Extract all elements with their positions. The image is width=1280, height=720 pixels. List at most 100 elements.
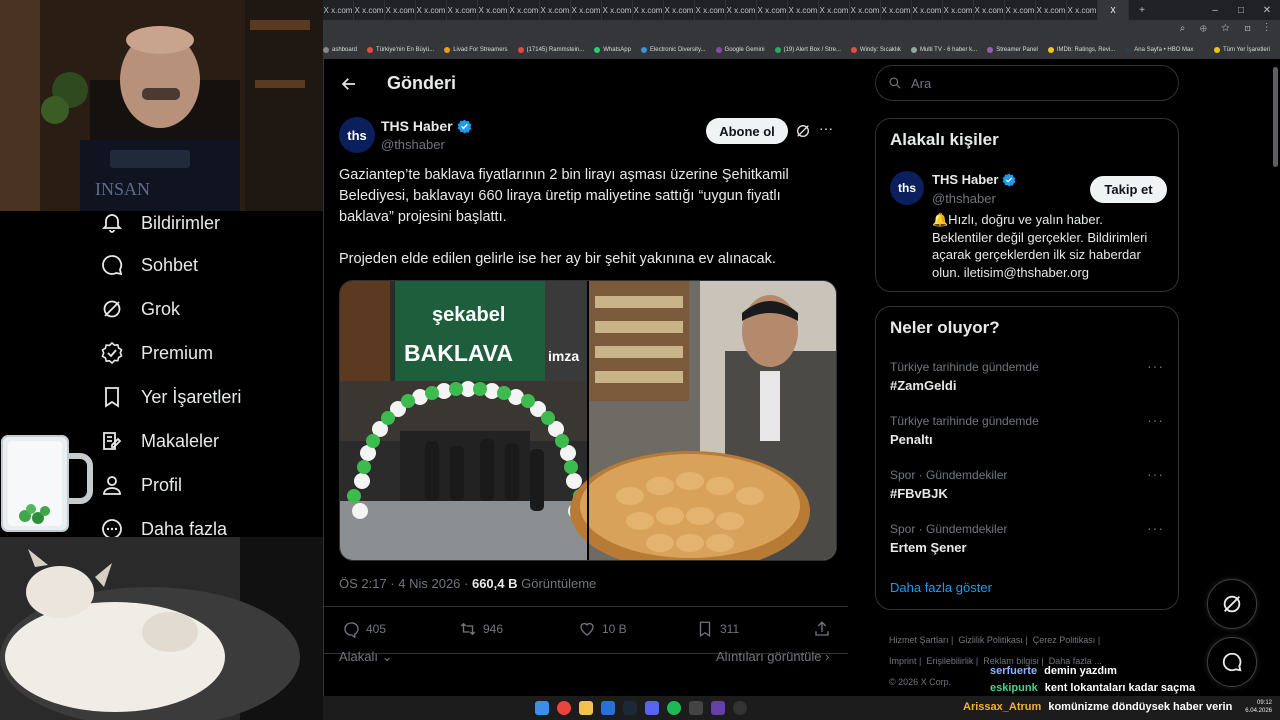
nav-item-chat[interactable]: Sohbet — [100, 253, 198, 277]
folder-icon[interactable] — [579, 701, 593, 715]
footer-link[interactable]: Imprint — [889, 656, 917, 666]
nav-item-bookmarks[interactable]: Yer İşaretleri — [100, 385, 241, 409]
author-avatar[interactable]: ths — [339, 117, 375, 153]
bookmark-item[interactable]: WhatsApp — [594, 46, 631, 53]
browser-tab[interactable]: X x.com — [757, 0, 788, 20]
steam-icon[interactable] — [623, 701, 637, 715]
follow-button[interactable]: Takip et — [1090, 176, 1167, 203]
nav-item-articles[interactable]: Makaleler — [100, 429, 219, 453]
close-icon[interactable]: ✕ — [1254, 0, 1280, 20]
post-image[interactable]: şekabel BAKLAVA imza — [339, 280, 837, 561]
chrome-icon[interactable] — [557, 701, 571, 715]
bookmark-item[interactable]: Livad For Streamers — [444, 46, 508, 53]
maximize-icon[interactable]: □ — [1228, 0, 1254, 20]
trend-item[interactable]: Türkiye tarihinde gündemde #ZamGeldi — [890, 360, 1039, 393]
browser-tab[interactable]: X x.com — [416, 0, 447, 20]
new-tab-button[interactable]: + — [1129, 0, 1155, 20]
related-handle[interactable]: @thshaber — [932, 191, 996, 206]
app-icon[interactable] — [601, 701, 615, 715]
browser-tab[interactable]: X x.com — [509, 0, 540, 20]
browser-tab[interactable]: X x.com — [943, 0, 974, 20]
repost-button[interactable]: 946 — [459, 620, 503, 638]
browser-tab[interactable]: X x.com — [571, 0, 602, 20]
app-icon[interactable] — [733, 701, 747, 715]
browser-tab[interactable]: X x.com — [912, 0, 943, 20]
bookmark-item[interactable]: (19) Alert Box / Stre... — [774, 46, 841, 53]
nav-item-grok[interactable]: Grok — [100, 297, 180, 321]
start-icon[interactable] — [535, 701, 549, 715]
related-avatar[interactable]: ths — [890, 171, 924, 205]
subscribe-button[interactable]: Abone ol — [706, 118, 788, 144]
browser-tab[interactable]: X x.com — [1036, 0, 1067, 20]
minimize-icon[interactable]: – — [1202, 0, 1228, 20]
footer-link[interactable]: Gizlilik Politikası — [958, 635, 1023, 645]
author-handle[interactable]: @thshaber — [381, 137, 445, 152]
post-timestamp[interactable]: ÖS 2:17 · 4 Nis 2026 · — [339, 576, 468, 591]
browser-tab[interactable]: X x.com — [819, 0, 850, 20]
view-quotes-link[interactable]: Alıntıları görüntüle › — [716, 649, 829, 664]
trend-item[interactable]: Türkiye tarihinde gündemde Penaltı — [890, 414, 1039, 447]
relevance-dropdown[interactable]: Alakalı ⌄ — [339, 649, 393, 665]
author-name-row[interactable]: THS Haber — [381, 118, 472, 134]
scrollbar[interactable] — [1273, 67, 1278, 167]
search-bar[interactable]: Ara — [875, 65, 1179, 101]
browser-tab[interactable]: X x.com — [850, 0, 881, 20]
system-clock[interactable]: 09:12 6.04.2026 — [1245, 699, 1272, 715]
browser-tab[interactable]: X x.com — [602, 0, 633, 20]
browser-tab[interactable]: X x.com — [323, 0, 354, 20]
trend-item[interactable]: Spor · Gündemdekiler Ertem Şener — [890, 522, 1007, 555]
browser-tab[interactable]: X x.com — [354, 0, 385, 20]
trend-more-icon[interactable]: ··· — [1147, 466, 1164, 482]
related-name-row[interactable]: THS Haber — [932, 172, 1016, 187]
nav-item-premium[interactable]: Premium — [100, 341, 213, 365]
grok-float-button[interactable] — [1207, 579, 1257, 629]
browser-tab[interactable]: X x.com — [881, 0, 912, 20]
reply-button[interactable]: 405 — [342, 620, 386, 638]
bookmark-item[interactable]: Electronic Diversity... — [640, 46, 706, 53]
footer-link[interactable]: Çerez Politikası — [1033, 635, 1096, 645]
grok-icon[interactable] — [795, 123, 811, 139]
bookmark-item[interactable]: (17145) Rammstein... — [517, 46, 584, 53]
browser-tab[interactable]: X x.com — [1067, 0, 1098, 20]
more-options-icon[interactable]: ··· — [819, 120, 833, 136]
browser-tab[interactable]: X — [1098, 0, 1129, 20]
nav-item-profile[interactable]: Profil — [100, 473, 182, 497]
trend-more-icon[interactable]: ··· — [1147, 358, 1164, 374]
trend-more-icon[interactable]: ··· — [1147, 520, 1164, 536]
browser-tab[interactable]: X x.com — [695, 0, 726, 20]
footer-link[interactable]: Erişilebilirlik — [926, 656, 973, 666]
trend-more-icon[interactable]: ··· — [1147, 412, 1164, 428]
back-button[interactable] — [340, 75, 358, 98]
browser-tab[interactable]: X x.com — [788, 0, 819, 20]
bookmark-item[interactable]: Multi TV - 6 haber k... — [910, 46, 977, 53]
messages-float-button[interactable] — [1207, 637, 1257, 687]
bookmark-item[interactable]: IMDb: Ratings, Revi... — [1047, 46, 1115, 53]
bookmark-item[interactable]: Türkiye'nin En Büyü... — [367, 46, 434, 53]
bookmark-item[interactable]: Tüm Yer İşaretleri — [1213, 46, 1270, 53]
show-more-link[interactable]: Daha fazla göster — [890, 580, 992, 595]
footer-link[interactable]: Hizmet Şartları — [889, 635, 949, 645]
browser-tab[interactable]: X x.com — [1005, 0, 1036, 20]
discord-icon[interactable] — [645, 701, 659, 715]
bookmark-item[interactable]: Ana Sayfa • HBO Max — [1125, 46, 1193, 53]
related-name[interactable]: THS Haber — [932, 172, 998, 187]
browser-tab[interactable]: X x.com — [540, 0, 571, 20]
browser-tab[interactable]: X x.com — [974, 0, 1005, 20]
bookmark-item[interactable]: Windy: Sıcaklık — [850, 46, 901, 53]
trend-item[interactable]: Spor · Gündemdekiler #FBvBJK — [890, 468, 1007, 501]
nav-item-notifications[interactable]: Bildirimler — [100, 211, 220, 235]
spotify-icon[interactable] — [667, 701, 681, 715]
app-icon[interactable] — [711, 701, 725, 715]
browser-tab[interactable]: X x.com — [385, 0, 416, 20]
bookmark-item[interactable]: ashboard — [323, 46, 357, 53]
bookmark-item[interactable]: Google Gemini — [715, 46, 765, 53]
browser-tab[interactable]: X x.com — [664, 0, 695, 20]
browser-tab[interactable]: X x.com — [633, 0, 664, 20]
like-button[interactable]: 10 B — [578, 620, 627, 638]
author-name[interactable]: THS Haber — [381, 118, 453, 134]
search-input[interactable]: Ara — [911, 76, 931, 91]
bookmark-button[interactable]: 311 — [696, 620, 739, 638]
browser-toolbar-icons[interactable]: ⌕ ⊕ ☆ ⊡ ⋮ — [1180, 23, 1274, 34]
bookmark-item[interactable]: Streamer Panel — [987, 46, 1038, 53]
browser-tab[interactable]: X x.com — [447, 0, 478, 20]
